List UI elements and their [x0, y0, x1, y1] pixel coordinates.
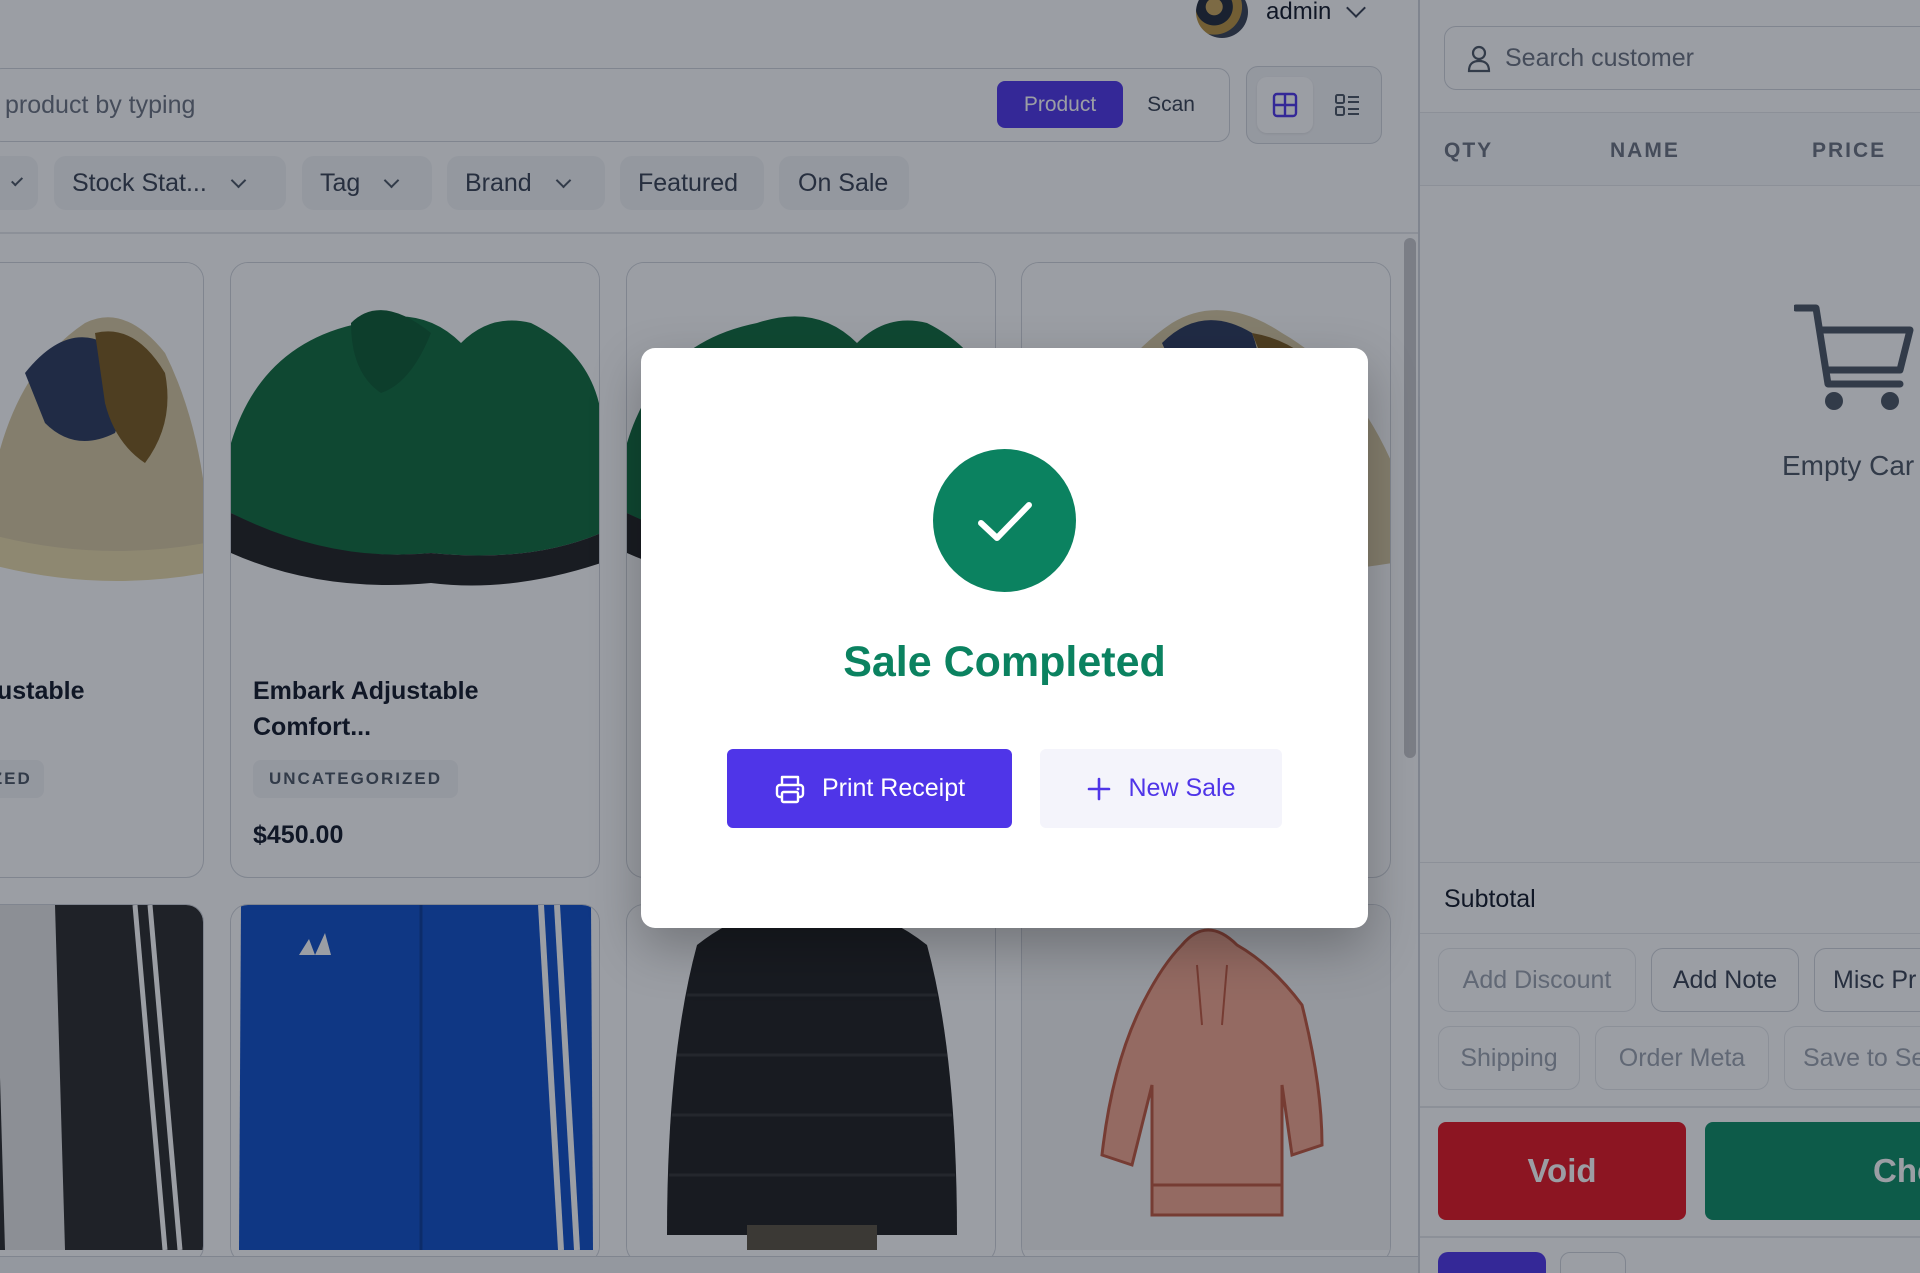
success-badge [933, 449, 1076, 592]
sale-completed-dialog: Sale Completed Print Receipt New Sale [641, 348, 1368, 928]
new-sale-button[interactable]: New Sale [1040, 749, 1282, 828]
print-receipt-button[interactable]: Print Receipt [727, 749, 1012, 828]
new-sale-label: New Sale [1128, 774, 1236, 802]
print-receipt-label: Print Receipt [821, 774, 966, 802]
plus-icon [1087, 777, 1110, 800]
printer-icon [775, 775, 805, 803]
checkmark-icon [977, 501, 1032, 541]
modal-title: Sale Completed [843, 638, 1166, 686]
